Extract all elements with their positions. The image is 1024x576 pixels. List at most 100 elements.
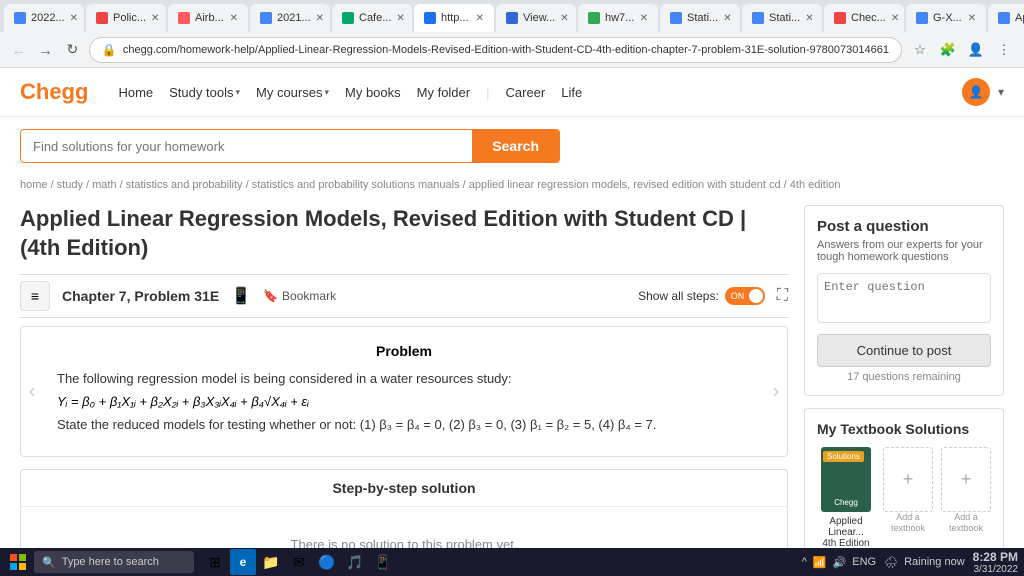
- caret-icon[interactable]: ^: [802, 556, 807, 568]
- nav-life[interactable]: Life: [561, 85, 582, 100]
- nav-my-books[interactable]: My books: [345, 85, 401, 100]
- expand-button[interactable]: ⛶: [777, 287, 788, 305]
- plus-icon-1: +: [903, 469, 914, 490]
- tab-6-active[interactable]: http... ✕: [414, 4, 494, 32]
- tab-8[interactable]: hw7... ✕: [578, 4, 658, 32]
- url-text: chegg.com/homework-help/Applied-Linear-R…: [123, 44, 889, 56]
- problem-next-button[interactable]: ›: [772, 380, 779, 403]
- solution-header: Step-by-step solution: [21, 470, 787, 507]
- language-indicator: ENG: [852, 556, 876, 568]
- list-view-button[interactable]: ≡: [20, 281, 50, 311]
- problem-prev-button[interactable]: ‹: [29, 380, 36, 403]
- tab-close-icon[interactable]: ✕: [640, 13, 648, 24]
- clock-time: 8:28 PM: [973, 550, 1018, 564]
- tab-favicon: [260, 12, 272, 24]
- tab-close-icon[interactable]: ✕: [723, 13, 731, 24]
- tab-label: View...: [523, 12, 555, 24]
- nav-home[interactable]: Home: [118, 85, 153, 100]
- bookmark-icon: 🔖: [263, 289, 278, 303]
- tab-10[interactable]: Stati... ✕: [742, 4, 822, 32]
- tab-4[interactable]: 2021... ✕: [250, 4, 330, 32]
- bookmark-button[interactable]: 🔖 Bookmark: [263, 289, 336, 303]
- nav-my-courses[interactable]: My courses ▾: [256, 85, 329, 100]
- tab-label: Chec...: [851, 12, 886, 24]
- taskbar-search-box[interactable]: 🔍 Type here to search: [34, 551, 194, 573]
- add-textbook-1[interactable]: + Add a textbook: [883, 447, 933, 534]
- tab-favicon: [96, 12, 108, 24]
- tab-close-icon[interactable]: ✕: [968, 13, 976, 24]
- browser-tabs: 2022... ✕ Polic... ✕ Airb... ✕ 2021... ✕…: [0, 0, 1024, 32]
- tab-2[interactable]: Polic... ✕: [86, 4, 166, 32]
- tab-13[interactable]: App... ✕: [988, 4, 1024, 32]
- profile-icon[interactable]: 👤: [964, 38, 988, 62]
- user-avatar[interactable]: 👤: [962, 78, 990, 106]
- left-panel: Applied Linear Regression Models, Revise…: [20, 205, 788, 548]
- taskbar-search-icon: 🔍: [42, 556, 56, 569]
- search-section: Search: [0, 117, 1024, 175]
- search-button[interactable]: Search: [472, 130, 559, 162]
- post-question-box: Post a question Answers from our experts…: [804, 205, 1004, 396]
- clock-date: 3/31/2022: [973, 564, 1018, 575]
- question-textarea[interactable]: [817, 273, 991, 323]
- taskbar-mail-icon[interactable]: ✉: [286, 549, 312, 575]
- tab-close-icon[interactable]: ✕: [230, 13, 238, 24]
- add-textbook-button-2[interactable]: +: [941, 447, 991, 512]
- tab-close-icon[interactable]: ✕: [476, 13, 484, 24]
- tab-9[interactable]: Stati... ✕: [660, 4, 740, 32]
- reload-button[interactable]: ↻: [62, 38, 83, 62]
- tab-favicon: [670, 12, 682, 24]
- extension-icon[interactable]: 🧩: [936, 38, 960, 62]
- tab-close-icon[interactable]: ✕: [560, 13, 568, 24]
- tab-favicon: [998, 12, 1010, 24]
- solution-body: There is no solution to this problem yet…: [21, 507, 787, 548]
- taskbar-clock[interactable]: 8:28 PM 3/31/2022: [973, 550, 1018, 575]
- taskbar-music-icon[interactable]: 🎵: [342, 549, 368, 575]
- toggle-switch[interactable]: ON: [725, 287, 765, 305]
- post-question-title: Post a question: [817, 218, 991, 235]
- add-textbook-label-2: Add a textbook: [941, 512, 991, 534]
- tab-7[interactable]: View... ✕: [496, 4, 576, 32]
- bookmark-label: Bookmark: [282, 289, 336, 303]
- taskbar-app-icon[interactable]: 📱: [370, 549, 396, 575]
- nav-career[interactable]: Career: [506, 85, 546, 100]
- tab-1[interactable]: 2022... ✕: [4, 4, 84, 32]
- tab-close-icon[interactable]: ✕: [396, 13, 404, 24]
- tab-11[interactable]: Chec... ✕: [824, 4, 904, 32]
- tab-favicon: [916, 12, 928, 24]
- continue-to-post-button[interactable]: Continue to post: [817, 334, 991, 367]
- questions-remaining: 17 questions remaining: [817, 371, 991, 383]
- taskbar-chrome-icon[interactable]: 🔵: [314, 549, 340, 575]
- search-input[interactable]: [21, 130, 472, 162]
- tab-3[interactable]: Airb... ✕: [168, 4, 248, 32]
- add-textbook-2[interactable]: + Add a textbook: [941, 447, 991, 534]
- tab-label: Airb...: [195, 12, 224, 24]
- add-textbook-button-1[interactable]: +: [883, 447, 933, 512]
- taskbar-explorer-icon[interactable]: 📁: [258, 549, 284, 575]
- nav-my-folder[interactable]: My folder: [417, 85, 470, 100]
- solutions-badge: Solutions: [823, 451, 864, 462]
- problem-formula: Yᵢ = β₀ + β₁X₁ᵢ + β₂X₂ᵢ + β₃X₃ᵢX₄ᵢ + β₄√…: [57, 394, 751, 409]
- volume-icon[interactable]: 🔊: [833, 556, 847, 569]
- tab-close-icon[interactable]: ✕: [151, 13, 159, 24]
- network-icon[interactable]: 📶: [813, 556, 827, 569]
- tab-close-icon[interactable]: ✕: [805, 13, 813, 24]
- taskbar-widgets-icon[interactable]: ⊞: [202, 549, 228, 575]
- tab-5[interactable]: Cafe... ✕: [332, 4, 412, 32]
- bookmark-star-icon[interactable]: ☆: [908, 38, 932, 62]
- tab-12[interactable]: G-X... ✕: [906, 4, 986, 32]
- nav-study-tools[interactable]: Study tools ▾: [169, 85, 240, 100]
- settings-icon[interactable]: ⋮: [992, 38, 1016, 62]
- tab-close-icon[interactable]: ✕: [316, 13, 324, 24]
- forward-button[interactable]: →: [35, 38, 56, 62]
- user-menu-arrow[interactable]: ▾: [998, 85, 1004, 99]
- tab-close-icon[interactable]: ✕: [70, 13, 78, 24]
- phone-icon[interactable]: 📱: [231, 286, 251, 306]
- tab-close-icon[interactable]: ✕: [891, 13, 899, 24]
- taskbar-browser-icon[interactable]: e: [230, 549, 256, 575]
- address-bar[interactable]: 🔒 chegg.com/homework-help/Applied-Linear…: [89, 37, 902, 63]
- start-button[interactable]: [6, 550, 30, 574]
- back-button[interactable]: ←: [8, 38, 29, 62]
- nav-right: 👤 ▾: [962, 78, 1004, 106]
- show-steps-label: Show all steps:: [638, 289, 719, 303]
- problem-subtext: State the reduced models for testing whe…: [57, 417, 751, 432]
